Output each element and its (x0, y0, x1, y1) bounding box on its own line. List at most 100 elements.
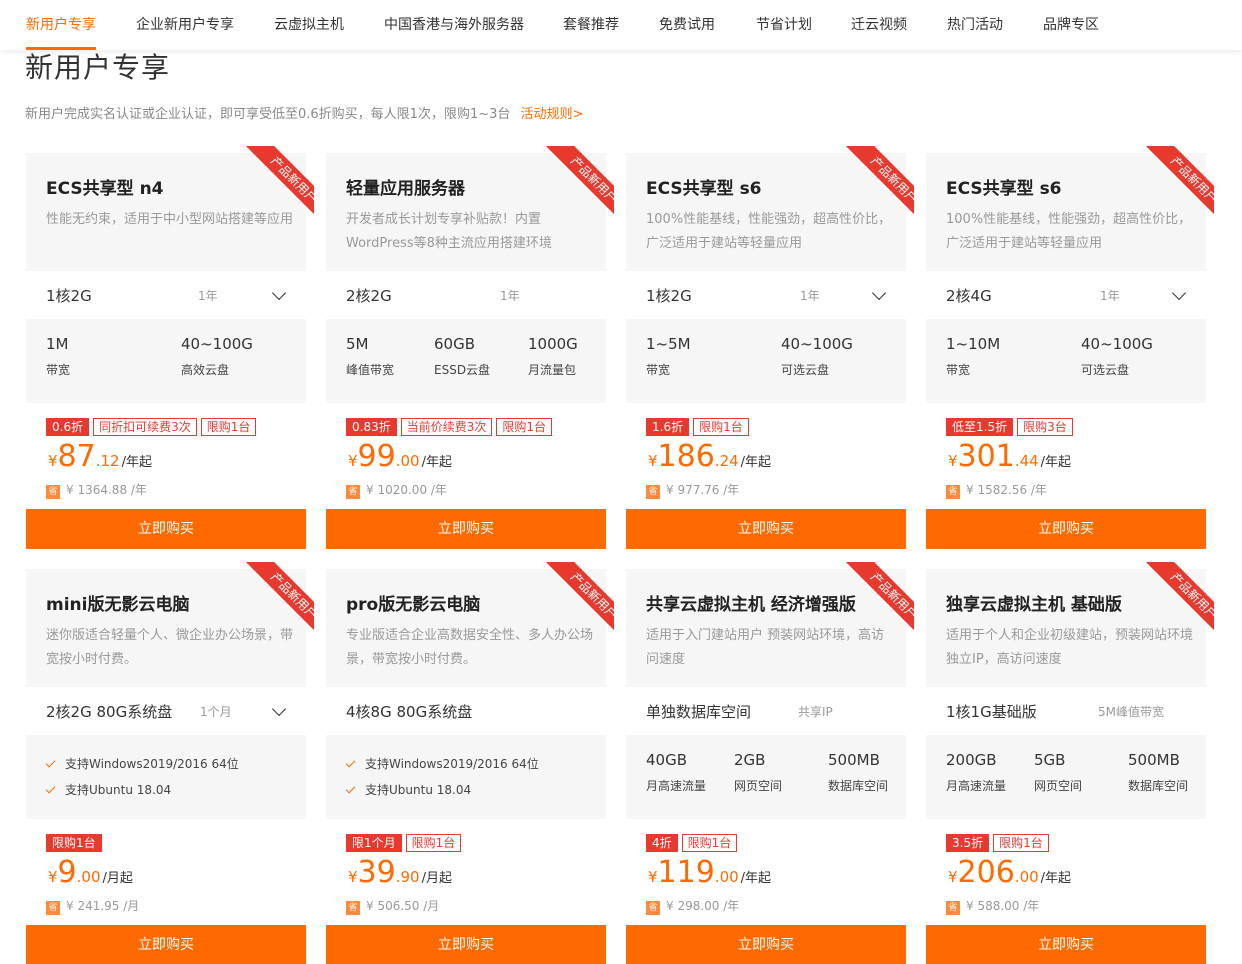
price-decimal: .00 (395, 452, 420, 470)
spec-selector[interactable]: 1核2G 1年 (626, 271, 906, 319)
spec-attribute: 40~100G 可选云盘 (1081, 335, 1153, 378)
card-description: 性能无约束，适用于中小型网站搭建等应用 (46, 212, 294, 227)
promo-tags: 限1个月 限购1台 (346, 832, 465, 852)
spec-selector[interactable]: 1核2G 1年 (26, 271, 306, 319)
price: ¥119.00/年起 (648, 855, 771, 890)
attribute-value: 2GB (734, 751, 766, 769)
nav-item-free-trial[interactable]: 免费试用 (659, 14, 715, 34)
currency-symbol: ¥ (48, 868, 58, 886)
price-decimal: .00 (1014, 868, 1039, 886)
chevron-down-icon[interactable] (271, 285, 287, 301)
attribute-value: 1M (46, 335, 69, 353)
spec-selector: 1核1G基础版 5M峰值带宽 (926, 687, 1206, 735)
chevron-down-icon[interactable] (871, 285, 887, 301)
price-area: 低至1.5折 限购3台 ¥301.44/年起省 ¥ 1582.56 /年 (926, 403, 1206, 509)
buy-now-button[interactable]: 立即购买 (926, 925, 1206, 964)
nav-item-new-user[interactable]: 新用户专享 (26, 14, 96, 34)
promo-tag: 限购1台 (993, 834, 1049, 852)
nav-item-virtual-host[interactable]: 云虚拟主机 (274, 14, 344, 34)
product-card: 产品新用户 mini版无影云电脑 迷你版适合轻量个人、微企业办公场景，带宽按小时付费… (26, 562, 314, 964)
nav-item-enterprise-new-user[interactable]: 企业新用户专享 (136, 14, 234, 34)
price-integer: 99 (357, 439, 396, 474)
price-decimal: .12 (95, 452, 120, 470)
price-integer: 9 (57, 855, 77, 890)
nav-item-migration-video[interactable]: 迁云视频 (851, 14, 907, 34)
chevron-down-icon[interactable] (1171, 285, 1187, 301)
price-unit: /月起 (421, 871, 452, 886)
promo-tag: 限购3台 (1017, 418, 1073, 436)
feature-item: 支持Windows2019/2016 64位 (45, 755, 239, 772)
spec-attribute: 200GB 月高速流量 (946, 751, 1006, 794)
attribute-label: 带宽 (46, 363, 71, 377)
duration-value: 1年 (500, 289, 520, 303)
spec-attributes: 200GB 月高速流量 5GB 网页空间 500MB 数据库空间 (926, 735, 1206, 819)
intro-description: 新用户完成实名认证或企业认证，即可享受低至0.6折购买，每人限1次，限购1~3台 (25, 107, 511, 122)
original-price: 省 ¥ 241.95 /月 (46, 897, 139, 915)
buy-now-button[interactable]: 立即购买 (326, 509, 606, 549)
card-title: mini版无影云电脑 (46, 595, 190, 615)
spec-attribute: 40~100G 可选云盘 (781, 335, 853, 378)
attribute-value: 40~100G (1081, 335, 1153, 353)
spec-attributes: 40GB 月高速流量 2GB 网页空间 500MB 数据库空间 (626, 735, 906, 819)
price-unit: /年起 (740, 455, 772, 470)
nav-item-savings-plan[interactable]: 节省计划 (756, 14, 812, 34)
card-description: 开发者成长计划专享补贴款！内置WordPress等8种主流应用搭建环境 (346, 212, 552, 251)
check-icon (45, 783, 56, 794)
attribute-label: 网页空间 (734, 779, 783, 793)
buy-now-button[interactable]: 立即购买 (926, 509, 1206, 549)
card-header: 产品新用户 mini版无影云电脑 迷你版适合轻量个人、微企业办公场景，带宽按小时付费… (26, 562, 314, 687)
attribute-value: 40GB (646, 751, 688, 769)
promo-tags: 3.5折 限购1台 (946, 832, 1053, 852)
attribute-label: 月高速流量 (646, 779, 707, 793)
save-badge-icon: 省 (646, 901, 660, 915)
buy-now-button[interactable]: 立即购买 (626, 925, 906, 964)
spec-selector[interactable]: 2核4G 1年 (926, 271, 1206, 319)
spec-attribute: 40GB 月高速流量 (646, 751, 706, 794)
attribute-label: 数据库空间 (828, 779, 889, 793)
card-description: 迷你版适合轻量个人、微企业办公场景，带宽按小时付费。 (46, 628, 294, 667)
duration-value: 1年 (800, 289, 820, 303)
price-area: 1.6折 限购1台 ¥186.24/年起省 ¥ 977.76 /年 (626, 403, 906, 509)
nav-item-hk-overseas[interactable]: 中国香港与海外服务器 (384, 14, 524, 34)
price-integer: 119 (657, 855, 715, 890)
product-card: 产品新用户 独享云虚拟主机 基础版 适用于个人和企业初级建站，预装网站环境独立IP，… (926, 562, 1214, 964)
feature-item: 支持Ubuntu 18.04 (345, 781, 471, 798)
promo-tags: 低至1.5折 限购3台 (946, 416, 1077, 436)
promo-tag: 限购1台 (200, 418, 257, 436)
spec-selector[interactable]: 2核2G 80G系统盘 1个月 (26, 687, 306, 735)
chevron-down-icon[interactable] (271, 701, 287, 717)
spec-attribute: 5GB 网页空间 (1034, 751, 1082, 794)
card-description: 适用于入门建站用户 预装网站环境，高访问速度 (646, 628, 885, 667)
nav-item-brand-zone[interactable]: 品牌专区 (1043, 14, 1099, 34)
currency-symbol: ¥ (348, 868, 358, 886)
original-price: 省 ¥ 1020.00 /年 (346, 481, 447, 499)
nav-item-hot-events[interactable]: 热门活动 (947, 14, 1003, 34)
attribute-label: 高效云盘 (181, 363, 230, 377)
activity-rules-link[interactable]: 活动规则> (521, 107, 584, 122)
attribute-label: 带宽 (946, 363, 971, 377)
spec-selector: 2核2G 1年 (326, 271, 606, 319)
attribute-value: 40~100G (181, 335, 253, 353)
spec-attribute: 5M 峰值带宽 (346, 335, 394, 378)
price-decimal: .44 (1014, 452, 1039, 470)
currency-symbol: ¥ (48, 452, 58, 470)
spec-value: 2核4G (946, 287, 992, 305)
spec-value: 1核1G基础版 (946, 703, 1037, 721)
product-card: 产品新用户 pro版无影云电脑 专业版适合企业高数据安全性、多人办公场景，带宽按小时… (326, 562, 614, 964)
feature-label: 支持Windows2019/2016 64位 (365, 757, 539, 771)
price-area: 限1个月 限购1台 ¥39.90/月起省 ¥ 506.50 /月 (326, 819, 606, 925)
original-price: 省 ¥ 977.76 /年 (646, 481, 739, 499)
buy-now-button[interactable]: 立即购买 (626, 509, 906, 549)
original-price-value: ¥ 588.00 /年 (966, 899, 1040, 913)
promo-tag: 1.6折 (646, 418, 690, 436)
nav-item-packages[interactable]: 套餐推荐 (563, 14, 619, 34)
original-price-value: ¥ 1582.56 /年 (966, 483, 1047, 497)
buy-now-button[interactable]: 立即购买 (326, 925, 606, 964)
price-area: 限购1台 ¥9.00/月起省 ¥ 241.95 /月 (26, 819, 306, 925)
spec-attributes: 1~5M 带宽 40~100G 可选云盘 (626, 319, 906, 403)
original-price-value: ¥ 1020.00 /年 (366, 483, 447, 497)
buy-now-button[interactable]: 立即购买 (26, 925, 306, 964)
buy-now-button[interactable]: 立即购买 (26, 509, 306, 549)
attribute-value: 500MB (828, 751, 880, 769)
price-integer: 301 (957, 439, 1015, 474)
